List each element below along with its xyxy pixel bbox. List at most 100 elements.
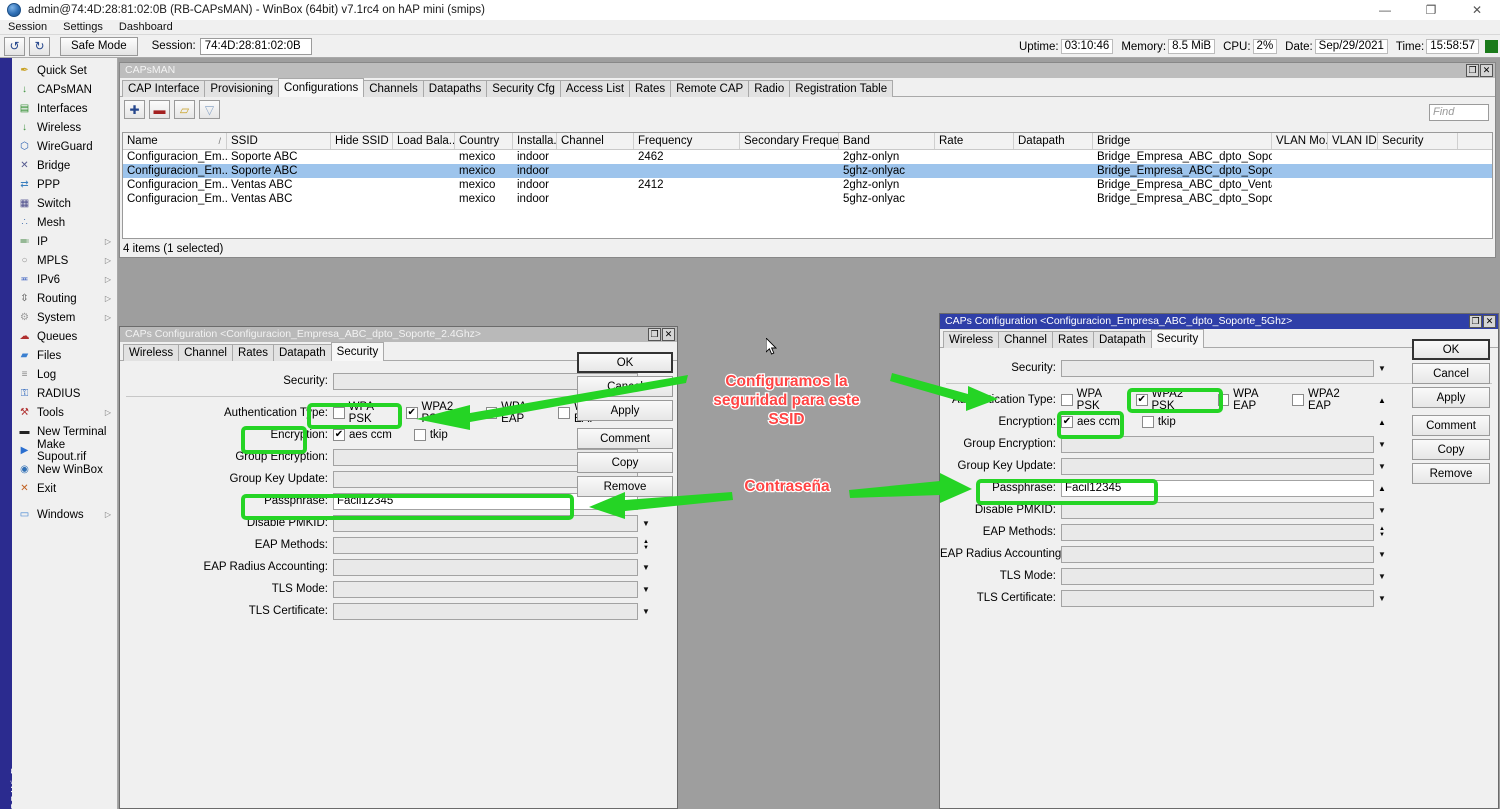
sidebar-item-files[interactable]: ▰Files xyxy=(12,346,117,365)
sidebar-item-switch[interactable]: ▦Switch xyxy=(12,194,117,213)
apply-button-24ghz[interactable]: Apply xyxy=(577,400,673,421)
sidebar-item-quick-set[interactable]: ✒Quick Set xyxy=(12,61,117,80)
input-tls-mode-5[interactable] xyxy=(1061,568,1374,585)
menu-settings[interactable]: Settings xyxy=(55,20,111,35)
tab-security-5ghz[interactable]: Security xyxy=(1151,329,1205,348)
maximize-icon[interactable]: ❐ xyxy=(1408,0,1454,20)
sidebar-item-exit[interactable]: ✕Exit xyxy=(12,479,117,498)
column-header-security[interactable]: Security xyxy=(1378,133,1458,149)
input-tls-certificate-24[interactable] xyxy=(333,603,638,620)
sidebar-item-wireguard[interactable]: ⬡WireGuard xyxy=(12,137,117,156)
input-disable-pmkid-5[interactable] xyxy=(1061,502,1374,519)
sidebar-item-routing[interactable]: ⇳Routing▷ xyxy=(12,289,117,308)
checkbox-wpa-eap-5ghz[interactable]: WPA EAP xyxy=(1218,388,1283,412)
table-row[interactable]: Configuracion_Em...Soporte ABCmexicoindo… xyxy=(123,164,1492,178)
checkbox-wpa2-psk-5ghz[interactable]: ✔WPA2 PSK xyxy=(1136,388,1208,412)
tab-security-24ghz[interactable]: Security xyxy=(331,342,385,361)
chevron-down-icon-eap-radius-5[interactable]: ▼ xyxy=(1374,546,1390,563)
add-button[interactable]: ✚ xyxy=(124,100,145,119)
table-row[interactable]: Configuracion_Em...Ventas ABCmexicoindoo… xyxy=(123,192,1492,206)
sidebar-item-system[interactable]: ⚙System▷ xyxy=(12,308,117,327)
column-header-rate[interactable]: Rate xyxy=(935,133,1014,149)
column-header-name[interactable]: Name/ xyxy=(123,133,227,149)
input-eap-methods-5[interactable] xyxy=(1061,524,1374,541)
sidebar-item-capsman[interactable]: ↓CAPsMAN xyxy=(12,80,117,99)
chevron-down-icon-tls-certificate-24[interactable]: ▼ xyxy=(638,603,654,620)
sidebar-item-mesh[interactable]: ∴Mesh xyxy=(12,213,117,232)
remove-button-5ghz[interactable]: Remove xyxy=(1412,463,1490,484)
tab-channel-5ghz[interactable]: Channel xyxy=(998,331,1053,348)
tab-rates-5ghz[interactable]: Rates xyxy=(1052,331,1094,348)
input-tls-mode-24[interactable] xyxy=(333,581,638,598)
sidebar-item-ipv6[interactable]: ≖IPv6▷ xyxy=(12,270,117,289)
column-header-load-bala[interactable]: Load Bala... xyxy=(393,133,455,149)
column-header-channel[interactable]: Channel xyxy=(557,133,634,149)
chevron-up-icon-passphrase-5[interactable]: ▲ xyxy=(1374,480,1390,497)
dialog-24ghz-close-icon[interactable]: ✕ xyxy=(662,328,675,341)
minimize-icon[interactable]: — xyxy=(1362,0,1408,20)
input-group-encryption-5[interactable] xyxy=(1061,436,1374,453)
checkbox-wpa-psk-5ghz[interactable]: WPA PSK xyxy=(1061,388,1126,412)
checkbox-tkip-24ghz[interactable]: tkip xyxy=(414,429,448,441)
input-eap-methods-24[interactable] xyxy=(333,537,638,554)
tab-registration-table[interactable]: Registration Table xyxy=(789,80,893,97)
dialog-24ghz-window-controls[interactable]: ❐ ✕ xyxy=(648,328,675,341)
ok-button-24ghz[interactable]: OK xyxy=(577,352,673,373)
column-header-bridge[interactable]: Bridge xyxy=(1093,133,1272,149)
input-tls-certificate-5[interactable] xyxy=(1061,590,1374,607)
table-row[interactable]: Configuracion_Em...Soporte ABCmexicoindo… xyxy=(123,150,1492,164)
column-header-frequency[interactable]: Frequency xyxy=(634,133,740,149)
filter-button[interactable]: ▽ xyxy=(199,100,220,119)
sidebar-item-ppp[interactable]: ⇄PPP xyxy=(12,175,117,194)
capsman-window-controls[interactable]: ❐ ✕ xyxy=(1466,64,1493,77)
column-header-band[interactable]: Band xyxy=(839,133,935,149)
input-disable-pmkid-24[interactable] xyxy=(333,515,638,532)
column-header-menu[interactable]: ▼ xyxy=(1458,133,1493,149)
tab-rates-24ghz[interactable]: Rates xyxy=(232,344,274,361)
checkbox-aes-ccm-5ghz[interactable]: ✔aes ccm xyxy=(1061,416,1120,428)
table-row[interactable]: Configuracion_Em...Ventas ABCmexicoindoo… xyxy=(123,178,1492,192)
chevron-down-icon-tls-certificate-5[interactable]: ▼ xyxy=(1374,590,1390,607)
capsman-restore-icon[interactable]: ❐ xyxy=(1466,64,1479,77)
chevron-down-icon-tls-mode-5[interactable]: ▼ xyxy=(1374,568,1390,585)
checkbox-wpa-psk-24ghz[interactable]: WPA PSK xyxy=(333,401,398,425)
chevron-up-icon-encryption-5[interactable]: ▲ xyxy=(1374,414,1390,431)
close-icon[interactable]: ✕ xyxy=(1454,0,1500,20)
tab-channels[interactable]: Channels xyxy=(363,80,424,97)
checkbox-wpa-eap-24ghz[interactable]: WPA EAP xyxy=(486,401,551,425)
column-header-country[interactable]: Country xyxy=(455,133,513,149)
tab-wireless-24ghz[interactable]: Wireless xyxy=(123,344,179,361)
cancel-button-24ghz[interactable]: Cancel xyxy=(577,376,673,397)
sidebar-item-log[interactable]: ≡Log xyxy=(12,365,117,384)
comment-button[interactable]: ▱ xyxy=(174,100,195,119)
tab-datapath-5ghz[interactable]: Datapath xyxy=(1093,331,1152,348)
copy-button-5ghz[interactable]: Copy xyxy=(1412,439,1490,460)
checkbox-wpa2-eap-5ghz[interactable]: WPA2 EAP xyxy=(1292,388,1364,412)
sidebar-item-tools[interactable]: ⚒Tools▷ xyxy=(12,403,117,422)
chevron-down-icon-disable-pmkid-5[interactable]: ▼ xyxy=(1374,502,1390,519)
input-eap-radius-24[interactable] xyxy=(333,559,638,576)
spinner-icon-eap-methods-5[interactable]: ▲▼ xyxy=(1374,524,1390,541)
chevron-down-icon-group-key-update-5[interactable]: ▼ xyxy=(1374,458,1390,475)
tab-cap-interface[interactable]: CAP Interface xyxy=(122,80,205,97)
tab-wireless-5ghz[interactable]: Wireless xyxy=(943,331,999,348)
tab-datapath-24ghz[interactable]: Datapath xyxy=(273,344,332,361)
sidebar-item-mpls[interactable]: ○MPLS▷ xyxy=(12,251,117,270)
dialog-5ghz-restore-icon[interactable]: ❐ xyxy=(1469,315,1482,328)
os-window-controls[interactable]: — ❐ ✕ xyxy=(1362,0,1500,20)
tab-datapaths[interactable]: Datapaths xyxy=(423,80,487,97)
chevron-down-icon-eap-radius-24[interactable]: ▼ xyxy=(638,559,654,576)
tab-security-cfg[interactable]: Security Cfg xyxy=(486,80,561,97)
remove-button[interactable]: ▬ xyxy=(149,100,170,119)
chevron-down-icon-disable-pmkid-24[interactable]: ▼ xyxy=(638,515,654,532)
tab-provisioning[interactable]: Provisioning xyxy=(204,80,279,97)
sidebar-item-interfaces[interactable]: ▤Interfaces xyxy=(12,99,117,118)
comment-button-5ghz[interactable]: Comment xyxy=(1412,415,1490,436)
checkbox-wpa2-psk-24ghz[interactable]: ✔WPA2 PSK xyxy=(406,401,478,425)
chevron-down-icon-group-encryption-5[interactable]: ▼ xyxy=(1374,436,1390,453)
input-security-5[interactable] xyxy=(1061,360,1374,377)
sidebar-item-windows[interactable]: ▭Windows▷ xyxy=(12,505,117,524)
dialog-5ghz-close-icon[interactable]: ✕ xyxy=(1483,315,1496,328)
apply-button-5ghz[interactable]: Apply xyxy=(1412,387,1490,408)
chevron-down-icon-tls-mode-24[interactable]: ▼ xyxy=(638,581,654,598)
